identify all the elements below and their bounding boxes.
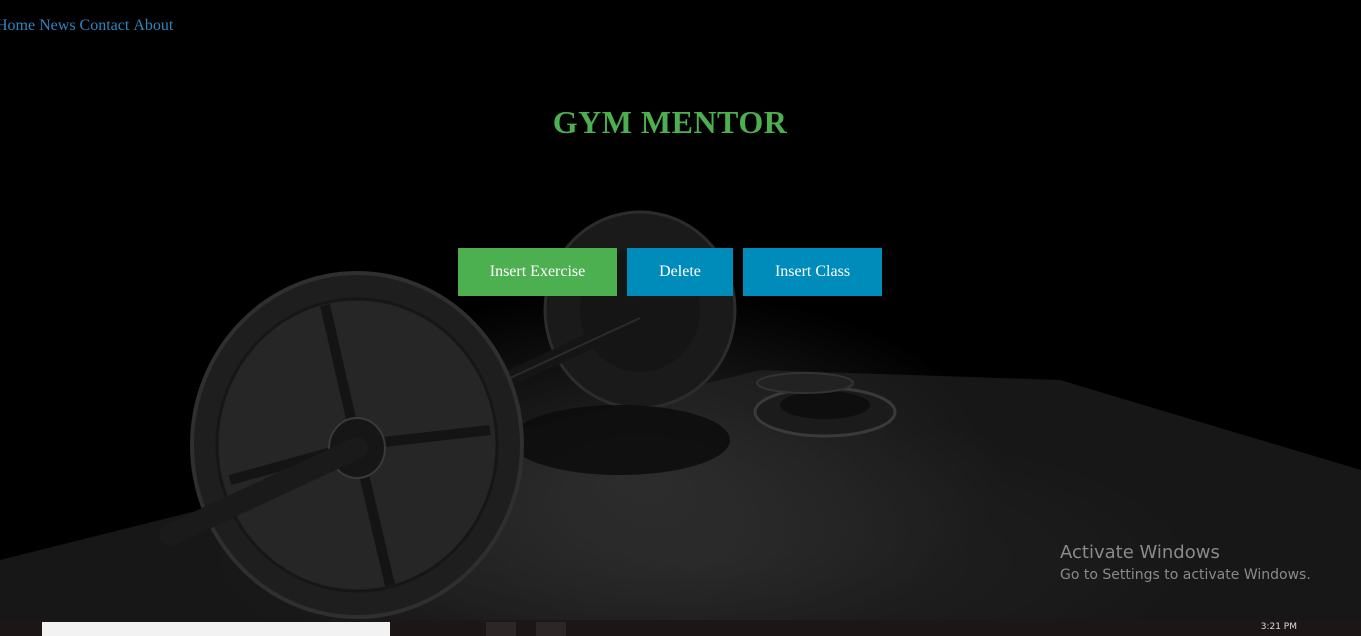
top-nav: Home News Contact About xyxy=(0,17,177,35)
nav-link-home[interactable]: Home xyxy=(0,17,35,34)
watermark-title: Activate Windows xyxy=(1060,542,1220,563)
taskbar-app-icon[interactable] xyxy=(536,622,566,636)
insert-class-button[interactable]: Insert Class xyxy=(743,248,882,296)
background-barbell-image xyxy=(0,0,1361,636)
insert-exercise-button[interactable]: Insert Exercise xyxy=(458,248,617,296)
nav-link-contact[interactable]: Contact xyxy=(80,17,130,34)
nav-link-news[interactable]: News xyxy=(39,17,75,34)
nav-link-about[interactable]: About xyxy=(133,17,173,34)
delete-button[interactable]: Delete xyxy=(627,248,733,296)
activate-windows-watermark: Activate Windows Go to Settings to activ… xyxy=(1060,542,1311,583)
taskbar-app-icon[interactable] xyxy=(486,622,516,636)
taskbar-search-box[interactable] xyxy=(42,622,390,636)
watermark-subtitle: Go to Settings to activate Windows. xyxy=(1060,567,1311,583)
taskbar-clock[interactable]: 3:21 PM xyxy=(1261,622,1297,632)
page-title: GYM MENTOR xyxy=(552,104,788,140)
windows-taskbar: 3:21 PM xyxy=(0,620,1361,636)
